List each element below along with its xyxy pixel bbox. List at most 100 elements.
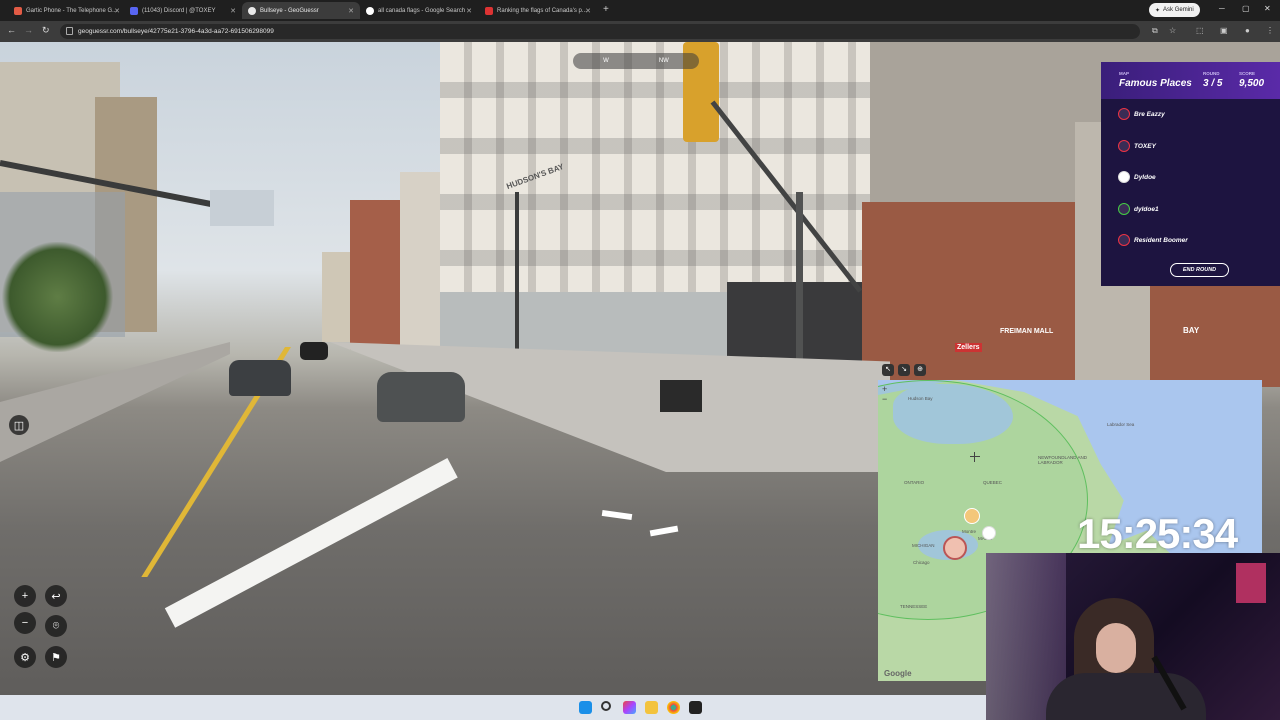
zoom-out-button[interactable]: −	[14, 612, 36, 634]
map-zoom-out[interactable]: −	[882, 394, 887, 404]
close-icon[interactable]: ✕	[114, 7, 120, 15]
map-label-hudson-bay: Hudson Bay	[908, 396, 933, 401]
webcam-overlay	[986, 553, 1280, 720]
map-label-chicago: Chicago	[913, 560, 930, 565]
navigation-arrow-right[interactable]	[649, 525, 679, 537]
map-label-labrador-sea: Labrador Sea	[1107, 422, 1135, 427]
settings-gear-icon[interactable]: ⚙	[14, 646, 36, 668]
sidebar-icon[interactable]: ▣	[1220, 26, 1228, 35]
avatar	[1118, 203, 1130, 215]
player-name: Resident Boomer	[1134, 236, 1188, 244]
expand-map-icon[interactable]: ↘	[898, 364, 910, 376]
close-icon[interactable]: ✕	[585, 7, 591, 15]
map-zoom-controls[interactable]: + −	[882, 384, 887, 404]
avatar	[1118, 108, 1130, 120]
browser-tab-bar: Gartic Phone - The Telephone G... ✕ (1104…	[0, 0, 1280, 21]
bookmark-star-icon[interactable]: ☆	[1169, 26, 1176, 35]
compass-west: W	[603, 58, 609, 64]
back-icon[interactable]: ←	[7, 25, 16, 35]
copilot-icon[interactable]	[623, 701, 636, 714]
camera-icon[interactable]: ◫	[9, 415, 29, 435]
score-label: SCORE	[1239, 71, 1256, 76]
menu-icon[interactable]: ⋮	[1266, 26, 1274, 35]
gartic-icon	[14, 6, 22, 15]
map-name: Famous Places	[1119, 78, 1192, 89]
tab-label: all canada flags - Google Search	[378, 7, 466, 14]
profile-avatar-icon[interactable]: ●	[1245, 26, 1250, 35]
crosshair-icon	[970, 452, 980, 462]
avatar	[1118, 140, 1130, 152]
player-guess-marker[interactable]	[943, 536, 967, 560]
address-text: geoguessr.com/bullseye/42775e21-3796-4a3…	[78, 28, 274, 35]
pin-tool-icon[interactable]: ↖	[882, 364, 894, 376]
reload-icon[interactable]: ↻	[42, 25, 50, 36]
chrome-icon[interactable]	[667, 701, 680, 714]
close-icon[interactable]: ✕	[230, 7, 236, 15]
avatar	[1118, 234, 1130, 246]
flag-icon[interactable]: ⚑	[45, 646, 67, 668]
player-guess-marker[interactable]	[964, 508, 980, 524]
site-info-icon[interactable]	[66, 27, 73, 35]
building-distant	[322, 252, 352, 342]
undo-move-icon[interactable]: ↩	[45, 585, 67, 607]
zoom-in-button[interactable]: +	[14, 585, 36, 607]
player-name: TOXEY	[1134, 142, 1156, 150]
car-gray	[377, 372, 465, 422]
player-guess-marker[interactable]	[982, 526, 996, 540]
trash-bin	[660, 380, 702, 412]
player-row: dyldoe1	[1118, 202, 1159, 216]
forward-icon[interactable]: →	[24, 25, 33, 35]
tab-label: (11043) Discord | @TOXEY	[142, 7, 216, 14]
map-label-tennessee: TENNESSEE	[900, 604, 928, 609]
windows-start-icon[interactable]	[579, 701, 592, 714]
map-label-montreal: Montre	[962, 529, 977, 534]
player-row: Resident Boomer	[1118, 233, 1188, 247]
score-value: 9,500	[1239, 78, 1265, 89]
round-label: ROUND	[1203, 71, 1220, 76]
install-icon[interactable]: ⧉	[1152, 26, 1158, 36]
map-label: MAP	[1119, 71, 1129, 76]
google-logo: Google	[884, 669, 912, 678]
end-round-button[interactable]: END ROUND	[1170, 263, 1229, 277]
close-icon[interactable]: ✕	[348, 7, 354, 15]
map-label-quebec: QUEBEC	[983, 480, 1003, 485]
game-scoreboard: MAP Famous Places ROUND 3 / 5 SCORE 9,50…	[1101, 62, 1280, 286]
discord-icon	[130, 6, 138, 15]
close-window-icon[interactable]: ✕	[1264, 4, 1271, 13]
tab-google-search[interactable]: all canada flags - Google Search ✕	[360, 2, 478, 19]
browser-toolbar: ← → ↻ geoguessr.com/bullseye/42775e21-37…	[0, 21, 1280, 42]
tab-discord[interactable]: (11043) Discord | @TOXEY ✕	[124, 2, 242, 19]
map-label-newfoundland: NEWFOUNDLAND AND LABRADOR	[1038, 455, 1088, 465]
street-sign-back	[210, 190, 274, 226]
pin-map-icon[interactable]: ⊕	[914, 364, 926, 376]
player-row: Bre Eazzy	[1118, 107, 1165, 121]
maximize-icon[interactable]: ▢	[1242, 4, 1250, 13]
sidewalk-left	[0, 342, 230, 462]
tab-ranking-flags[interactable]: Ranking the flags of Canada's p... ✕	[479, 2, 597, 19]
person-body	[1046, 673, 1206, 720]
map-zoom-in[interactable]: +	[882, 384, 887, 394]
tab-gartic[interactable]: Gartic Phone - The Telephone G... ✕	[8, 2, 126, 19]
player-row: Dyldoe	[1118, 170, 1156, 184]
building-distant-white	[400, 172, 445, 357]
minimize-icon[interactable]: ─	[1219, 4, 1225, 13]
ask-gemini-button[interactable]: ✦ Ask Gemini	[1149, 3, 1200, 17]
address-bar[interactable]: geoguessr.com/bullseye/42775e21-3796-4a3…	[60, 24, 1140, 39]
white-lane-marking	[164, 458, 458, 628]
round-value: 3 / 5	[1203, 78, 1223, 89]
avatar	[1118, 171, 1130, 183]
obs-icon[interactable]	[689, 701, 702, 714]
tab-geoguessr[interactable]: Bullseye - GeoGuessr ✕	[242, 2, 360, 19]
new-tab-button[interactable]: +	[603, 4, 609, 15]
person-face	[1096, 623, 1136, 673]
navigation-arrow-left[interactable]	[601, 509, 633, 521]
close-icon[interactable]: ✕	[466, 7, 472, 15]
search-icon[interactable]	[601, 701, 611, 711]
file-explorer-icon[interactable]	[645, 701, 658, 714]
return-to-start-icon[interactable]: ⌾	[45, 615, 67, 637]
google-icon	[366, 6, 374, 15]
player-name: Bre Eazzy	[1134, 110, 1165, 118]
stream-timer: 15:25:34	[1077, 510, 1238, 557]
map-label-michigan: MICHIGAN	[912, 543, 935, 548]
extensions-icon[interactable]: ⬚	[1196, 26, 1204, 35]
